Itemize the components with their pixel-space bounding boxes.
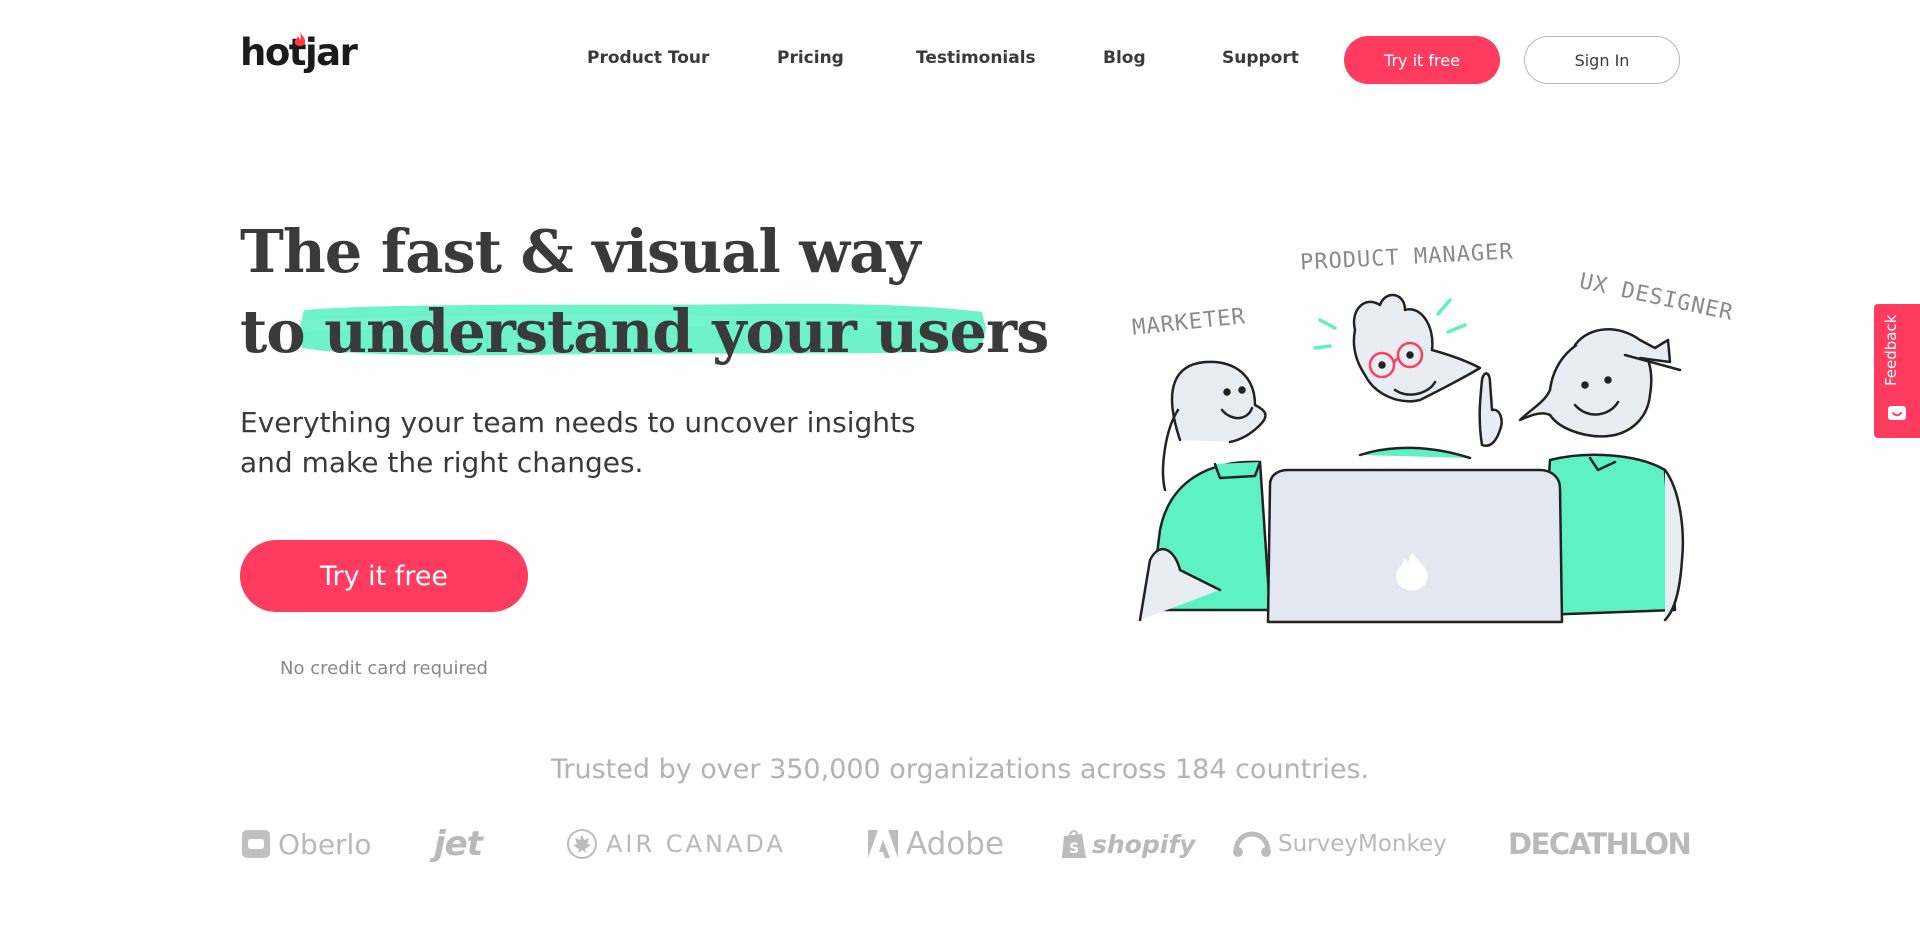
brand-surveymonkey: SurveyMonkey	[1232, 822, 1447, 866]
brand-oberlo: Oberlo	[240, 822, 371, 866]
brand-decathlon-name: DECATHLON	[1508, 827, 1692, 861]
hero-title-line2: to understand your users	[240, 292, 1049, 372]
nav-pricing[interactable]: Pricing	[777, 48, 844, 68]
svg-text:S: S	[1069, 841, 1079, 857]
feedback-label: Feedback	[1882, 314, 1900, 386]
brand-shopify-name: shopify	[1092, 829, 1196, 859]
hero-title-line1: The fast & visual way	[240, 217, 921, 286]
hero-try-free-button[interactable]: Try it free	[240, 540, 528, 612]
people-drawing	[1138, 293, 1685, 624]
header-try-free-button[interactable]: Try it free	[1344, 36, 1500, 84]
nav-blog[interactable]: Blog	[1103, 48, 1146, 68]
brand-oberlo-name: Oberlo	[278, 827, 372, 861]
flame-icon	[294, 32, 306, 46]
surveymonkey-icon	[1233, 831, 1271, 857]
hero-subtitle: Everything your team needs to uncover in…	[240, 406, 916, 479]
team-illustration: MARKETER PRODUCT MANAGER UX DESIGNER	[1120, 230, 1736, 630]
brand-jet: jet	[434, 822, 483, 866]
oberlo-icon	[242, 830, 270, 858]
maple-leaf-icon	[567, 829, 597, 859]
brand-decathlon: DECATHLON	[1508, 822, 1692, 866]
brand-air-canada-name: AIR CANADA	[606, 830, 786, 858]
trusted-by-text: Trusted by over 350,000 organizations ac…	[550, 754, 1370, 785]
brand-shopify: S shopify	[1060, 822, 1196, 866]
nav-support[interactable]: Support	[1222, 48, 1299, 68]
brand-adobe-name: Adobe	[906, 826, 1005, 862]
feedback-tab[interactable]: Feedback	[1874, 304, 1920, 438]
brand-air-canada: AIR CANADA	[566, 822, 786, 866]
hotjar-logo[interactable]: hotjar	[240, 32, 358, 71]
nav-testimonials[interactable]: Testimonials	[916, 48, 1036, 68]
hero-title: The fast & visual way to understand your…	[240, 212, 1049, 372]
sign-in-button[interactable]: Sign In	[1524, 36, 1680, 84]
nav-product-tour[interactable]: Product Tour	[587, 48, 709, 68]
hero-title-highlight: understand your users	[324, 297, 1049, 366]
hero-title-prefix: to	[240, 297, 306, 366]
brand-logos: Oberlo jet AIR CANADA Adobe S shopify Su…	[0, 822, 1920, 866]
shopify-bag-icon: S	[1062, 830, 1086, 858]
brand-jet-name: jet	[434, 824, 483, 864]
feedback-smile-icon	[1888, 406, 1906, 420]
brand-adobe: Adobe	[866, 822, 1004, 866]
no-credit-card-note: No credit card required	[280, 658, 488, 679]
adobe-icon	[868, 830, 898, 858]
brand-surveymonkey-name: SurveyMonkey	[1278, 831, 1447, 857]
